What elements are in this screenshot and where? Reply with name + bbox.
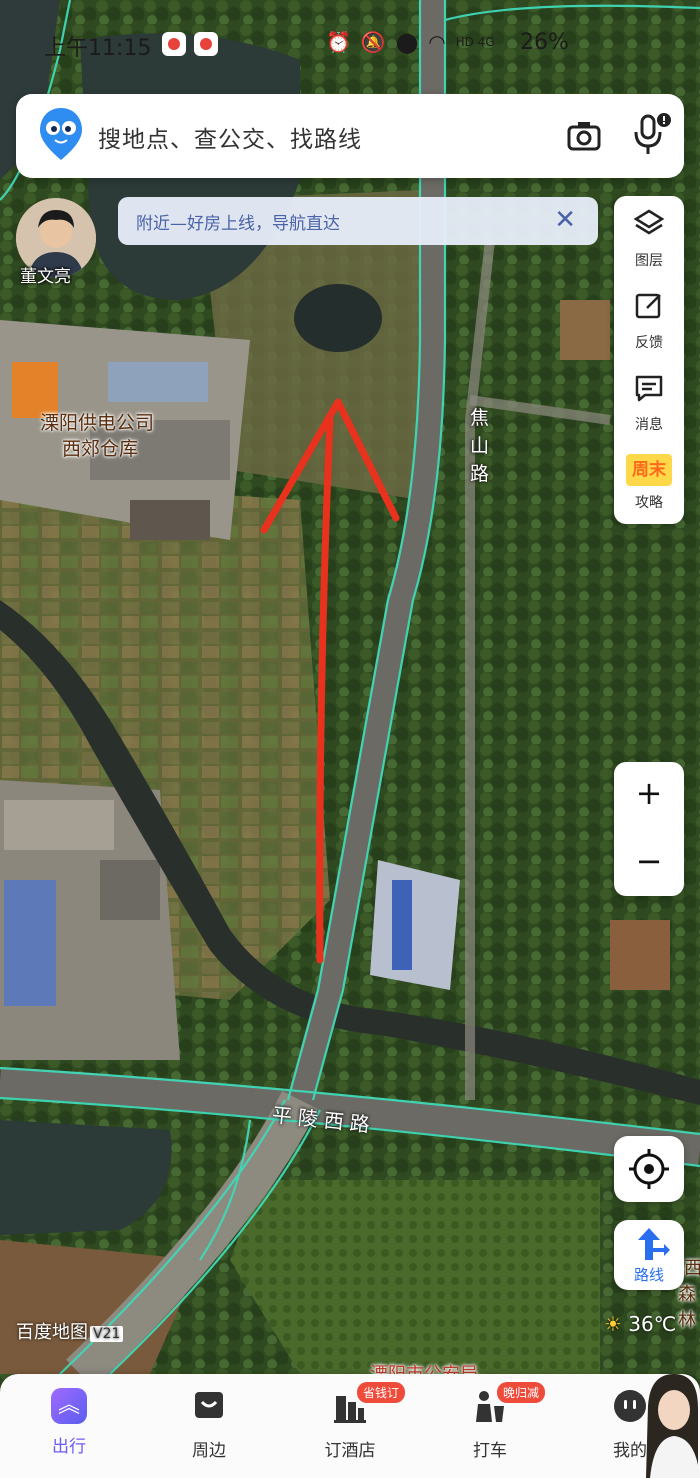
camera-icon[interactable] [566, 118, 602, 154]
message-label: 消息 [635, 417, 663, 433]
battery-level: 26% [520, 30, 569, 55]
message-icon [635, 375, 663, 402]
notice-banner[interactable]: 附近—好房上线，导航直达 ✕ [118, 197, 598, 245]
nearby-icon [195, 1392, 223, 1418]
app-notification-icon [162, 32, 186, 56]
hotel-badge: 省钱订 [357, 1382, 406, 1403]
signal-icon: HD 4G [455, 35, 495, 49]
poi-label[interactable]: 溧阳供电公司 [40, 408, 154, 435]
avatar-name[interactable]: 董文亮 [20, 262, 71, 287]
zoom-in-button[interactable]: + [614, 774, 684, 812]
tab-label: 打车 [473, 1441, 507, 1461]
edge-label-west: 西 [684, 1258, 700, 1279]
brand-name: 百度地图 [16, 1322, 88, 1343]
feedback-icon [635, 293, 661, 319]
side-menu: 图层 反馈 消息 周末 攻略 [614, 196, 684, 524]
close-icon[interactable]: ✕ [554, 205, 576, 235]
weather-temp: 36℃ [628, 1312, 677, 1336]
zoom-control: + − [614, 762, 684, 896]
feedback-label: 反馈 [635, 335, 663, 351]
route-label: 路线 [633, 1266, 664, 1284]
tab-nearby[interactable]: 周边 [164, 1388, 254, 1461]
layers-button[interactable]: 图层 [614, 208, 684, 270]
tab-taxi[interactable]: 晚归减 打车 [445, 1382, 546, 1461]
route-button[interactable]: 路线 [614, 1220, 684, 1290]
mute-icon: 🔕 [360, 30, 386, 54]
message-button[interactable]: 消息 [614, 372, 684, 434]
weekend-guide-button[interactable]: 周末 攻略 [614, 454, 684, 512]
location-icon: ⬤ [395, 30, 419, 54]
tab-travel[interactable]: ︽ 出行 [24, 1388, 114, 1457]
status-icons: ⏰ 🔕 ⬤ ◠ HD 4G [326, 30, 495, 54]
road-label-jiaoshan: 焦山路 [470, 407, 490, 485]
taxi-badge: 晚归减 [497, 1382, 546, 1403]
weekend-guide-label: 攻略 [635, 495, 663, 511]
status-bar: 上午11:15 ⏰ 🔕 ⬤ ◠ HD 4G 26% [0, 28, 700, 64]
brand-version: V21 [90, 1326, 124, 1342]
baidu-map-logo-icon [40, 108, 82, 160]
feedback-button[interactable]: 反馈 [614, 290, 684, 352]
crosshair-icon [629, 1149, 669, 1189]
weekend-guide-icon: 周末 [626, 454, 672, 486]
locate-button[interactable] [614, 1136, 684, 1202]
zoom-out-button[interactable]: − [614, 842, 684, 880]
tab-label: 订酒店 [324, 1441, 376, 1461]
travel-icon: ︽ [51, 1388, 87, 1424]
app-notification-icon [194, 32, 218, 56]
sun-icon: ☀ [604, 1312, 622, 1336]
layers-label: 图层 [635, 253, 663, 269]
weather-widget[interactable]: ☀ 36℃ [604, 1312, 676, 1336]
status-time: 上午11:15 [44, 36, 152, 61]
tab-label: 出行 [52, 1437, 86, 1457]
tab-label: 周边 [192, 1441, 226, 1461]
alarm-icon: ⏰ [326, 30, 351, 54]
wifi-icon: ◠ [428, 30, 446, 54]
assistant-avatar[interactable] [640, 1366, 700, 1478]
microphone-icon[interactable] [632, 112, 672, 156]
tab-hotel[interactable]: 省钱订 订酒店 [305, 1382, 406, 1461]
poi-label-sub[interactable]: 西郊仓库 [62, 434, 138, 461]
search-placeholder[interactable]: 搜地点、查公交、找路线 [98, 120, 362, 154]
layers-icon [633, 209, 665, 235]
search-bar[interactable]: 搜地点、查公交、找路线 [16, 94, 684, 178]
notice-text[interactable]: 附近—好房上线，导航直达 [136, 209, 340, 234]
brand-watermark: 百度地图 V21 [16, 1318, 124, 1344]
bottom-tab-bar: ︽ 出行 周边 省钱订 订酒店 晚归减 打车 我的 [0, 1374, 700, 1478]
